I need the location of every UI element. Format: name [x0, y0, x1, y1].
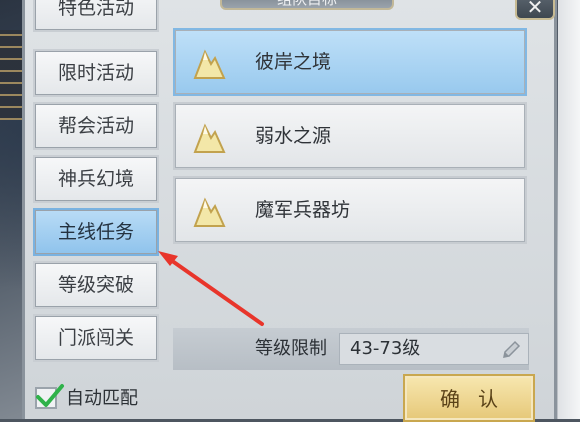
target-label: 彼岸之境	[255, 51, 332, 73]
category-tab-list: 特色活动 限时活动 帮会活动 神兵幻境 主线任务 等级突破 门派闯关	[33, 0, 161, 370]
tab-sect-challenge[interactable]: 门派闯关	[33, 314, 159, 362]
target-item-ruoshuizhiyuan[interactable]: 弱水之源	[173, 102, 527, 170]
mountain-icon	[193, 123, 226, 153]
tab-guild-activity[interactable]: 帮会活动	[33, 102, 159, 150]
target-label: 弱水之源	[255, 125, 332, 147]
tab-divine-weapon-realm[interactable]: 神兵幻境	[33, 155, 159, 203]
checkmark-icon	[36, 384, 64, 407]
target-label: 魔军兵器坊	[255, 199, 351, 221]
mountain-icon	[193, 49, 226, 79]
level-range-value: 43-73级	[350, 338, 421, 359]
window-lattice-decoration	[0, 30, 22, 120]
level-limit-label: 等级限制	[255, 338, 327, 359]
dialog-title: 组队目标	[220, 0, 394, 10]
close-button[interactable]: ✕	[515, 0, 555, 20]
dialog-footer: 自动匹配 确认	[22, 370, 557, 422]
confirm-button[interactable]: 确认	[403, 374, 535, 422]
level-range-field[interactable]: 43-73级	[339, 333, 529, 365]
target-item-bianzhijing[interactable]: 彼岸之境	[173, 28, 527, 96]
pillar-decoration	[558, 0, 580, 419]
target-item-mojunbingqifang[interactable]: 魔军兵器坊	[173, 176, 527, 244]
tab-limited-activity[interactable]: 限时活动	[33, 49, 159, 97]
pencil-icon[interactable]	[500, 339, 522, 361]
tab-main-quest[interactable]: 主线任务	[33, 208, 159, 256]
level-limit-bar: 等级限制 43-73级	[173, 328, 529, 370]
auto-match-checkbox[interactable]	[35, 384, 64, 409]
auto-match-label: 自动匹配	[66, 388, 138, 409]
target-list: 彼岸之境 弱水之源 魔军兵器坊	[173, 28, 529, 328]
tab-special-activity[interactable]: 特色活动	[33, 0, 159, 32]
mountain-icon	[193, 197, 226, 227]
tab-level-breakthrough[interactable]: 等级突破	[33, 261, 159, 309]
